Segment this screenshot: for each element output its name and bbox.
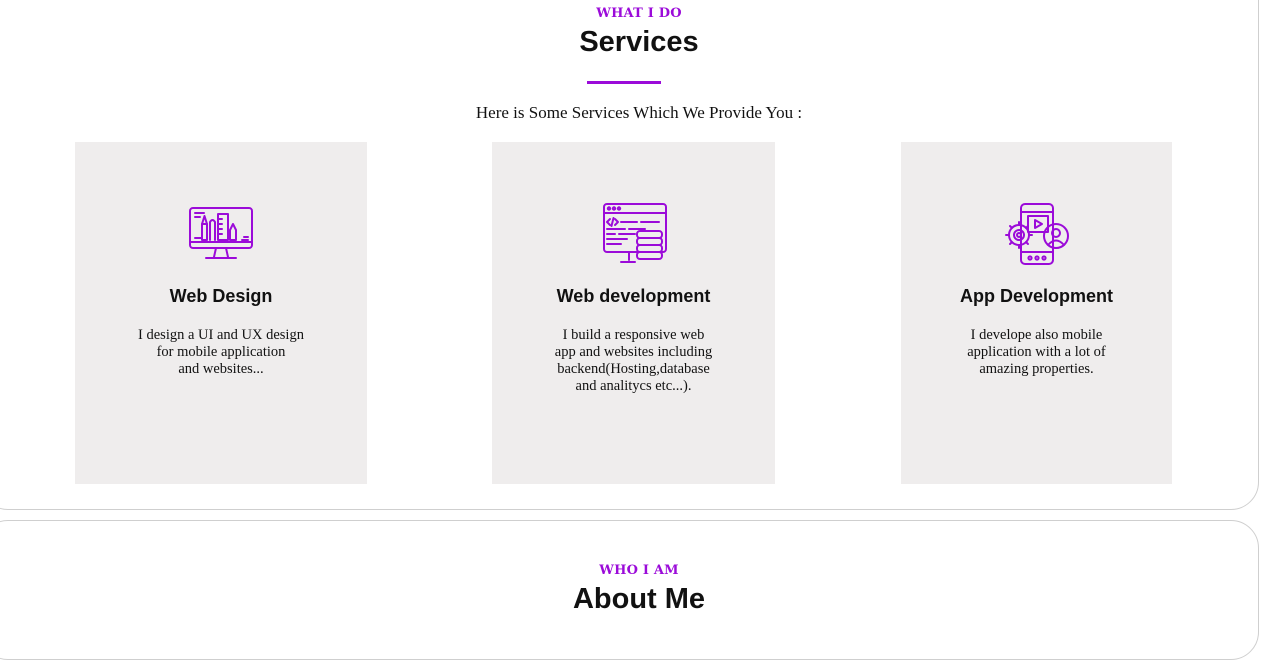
services-title: Services: [579, 26, 699, 58]
web-design-monitor-icon: [189, 207, 253, 259]
about-title: About Me: [572, 583, 706, 615]
service-card-title: App Development: [959, 286, 1114, 306]
about-eyebrow: WHO I AM: [599, 563, 679, 578]
service-card-title: Web development: [556, 286, 711, 306]
services-eyebrow: WHAT I DO: [596, 6, 682, 21]
code-window-database-icon: [602, 203, 667, 263]
services-title-underline: [587, 81, 661, 84]
service-card-description: I design a UI and UX design for mobile a…: [138, 327, 304, 377]
service-card-web-design[interactable]: Web Design I design a UI and UX design f…: [75, 142, 367, 484]
service-card-app-development[interactable]: App Development I develope also mobile a…: [901, 142, 1172, 484]
service-card-description: I develope also mobile application with …: [967, 327, 1106, 377]
service-card-web-development[interactable]: Web development I build a responsive web…: [492, 142, 775, 484]
service-card-description: I build a responsive web app and website…: [554, 327, 713, 394]
services-intro: Here is Some Services Which We Provide Y…: [475, 103, 803, 122]
mobile-app-gear-user-icon: [1004, 203, 1069, 265]
service-card-title: Web Design: [169, 286, 273, 306]
